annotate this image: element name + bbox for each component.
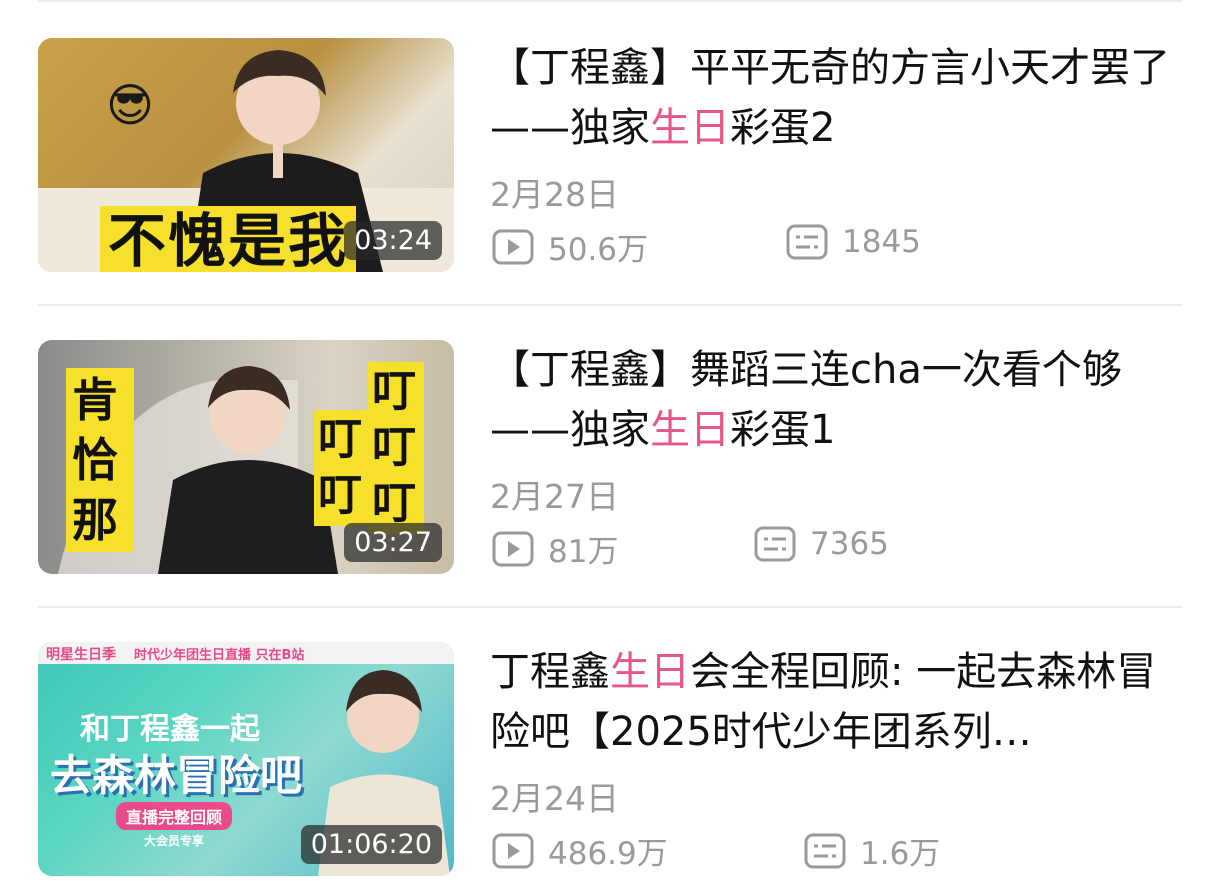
video-item[interactable]: 😎 不愧是我 03:24 【丁程鑫】平平无奇的方言小天才罢了——独家生日彩蛋2 …	[38, 38, 1188, 274]
divider	[38, 0, 1182, 2]
video-title[interactable]: 丁程鑫生日会全程回顾: 一起去森林冒险吧【2025时代少年团系列…	[490, 642, 1180, 762]
cover-text-right: 叮叮	[314, 410, 370, 526]
cover-top-label: 时代少年团生日直播 只在B站	[134, 648, 305, 663]
danmaku-icon	[754, 526, 796, 562]
title-text: 彩蛋1	[730, 407, 836, 453]
title-text: 彩蛋2	[730, 105, 836, 151]
title-highlight: 生日	[610, 649, 690, 695]
comment-count-value: 1.6万	[860, 836, 941, 872]
video-title[interactable]: 【丁程鑫】平平无奇的方言小天才罢了——独家生日彩蛋2	[490, 38, 1180, 158]
danmaku-icon	[804, 833, 846, 868]
view-count-value: 486.9万	[548, 836, 668, 872]
publish-date: 2月28日	[490, 175, 619, 214]
view-count-value: 81万	[548, 534, 619, 570]
publish-date: 2月24日	[490, 779, 619, 818]
view-count: 50.6万	[492, 224, 648, 269]
view-count: 486.9万	[492, 828, 668, 873]
comment-count-value: 1845	[842, 224, 921, 260]
title-highlight: 生日	[650, 407, 730, 453]
duration-badge: 03:27	[344, 523, 442, 562]
duration-badge: 01:06:20	[300, 825, 442, 864]
play-count-icon	[492, 833, 534, 868]
video-thumbnail[interactable]: 肯恰那 叮叮 叮叮叮 03:27	[38, 340, 454, 574]
video-title[interactable]: 【丁程鑫】舞蹈三连cha一次看个够——独家生日彩蛋1	[490, 340, 1180, 460]
cover-text-right: 叮叮叮	[368, 362, 424, 534]
play-count-icon	[492, 531, 534, 566]
view-count-value: 50.6万	[548, 232, 649, 268]
comment-count: 7365	[754, 526, 889, 562]
cover-line-2: 去森林冒险吧	[50, 751, 303, 800]
video-item[interactable]: 明星生日季 时代少年团生日直播 只在B站 和丁程鑫一起 去森林冒险吧 直播完整回…	[38, 642, 1188, 878]
duration-badge: 03:24	[344, 221, 442, 260]
view-count: 81万	[492, 526, 618, 571]
comment-count-value: 7365	[810, 526, 889, 562]
video-thumbnail[interactable]: 明星生日季 时代少年团生日直播 只在B站 和丁程鑫一起 去森林冒险吧 直播完整回…	[38, 642, 454, 876]
danmaku-icon	[786, 224, 828, 260]
cover-top-label: 明星生日季	[46, 647, 116, 663]
cover-text-left: 肯恰那	[66, 368, 134, 552]
cover-caption: 不愧是我	[100, 206, 357, 272]
play-count-icon	[492, 229, 534, 264]
title-text: 丁程鑫	[490, 649, 610, 695]
cover-small: 大会员专享	[144, 834, 205, 848]
comment-count: 1.6万	[804, 828, 940, 873]
cover-emoji: 😎	[106, 78, 154, 132]
publish-date: 2月27日	[490, 477, 619, 516]
comment-count: 1845	[786, 224, 921, 260]
divider	[38, 304, 1182, 306]
cover-badge: 直播完整回顾	[116, 802, 233, 830]
title-highlight: 生日	[650, 105, 730, 151]
video-thumbnail[interactable]: 😎 不愧是我 03:24	[38, 38, 454, 272]
divider	[38, 606, 1182, 608]
video-item[interactable]: 肯恰那 叮叮 叮叮叮 03:27 【丁程鑫】舞蹈三连cha一次看个够——独家生日…	[38, 340, 1188, 576]
